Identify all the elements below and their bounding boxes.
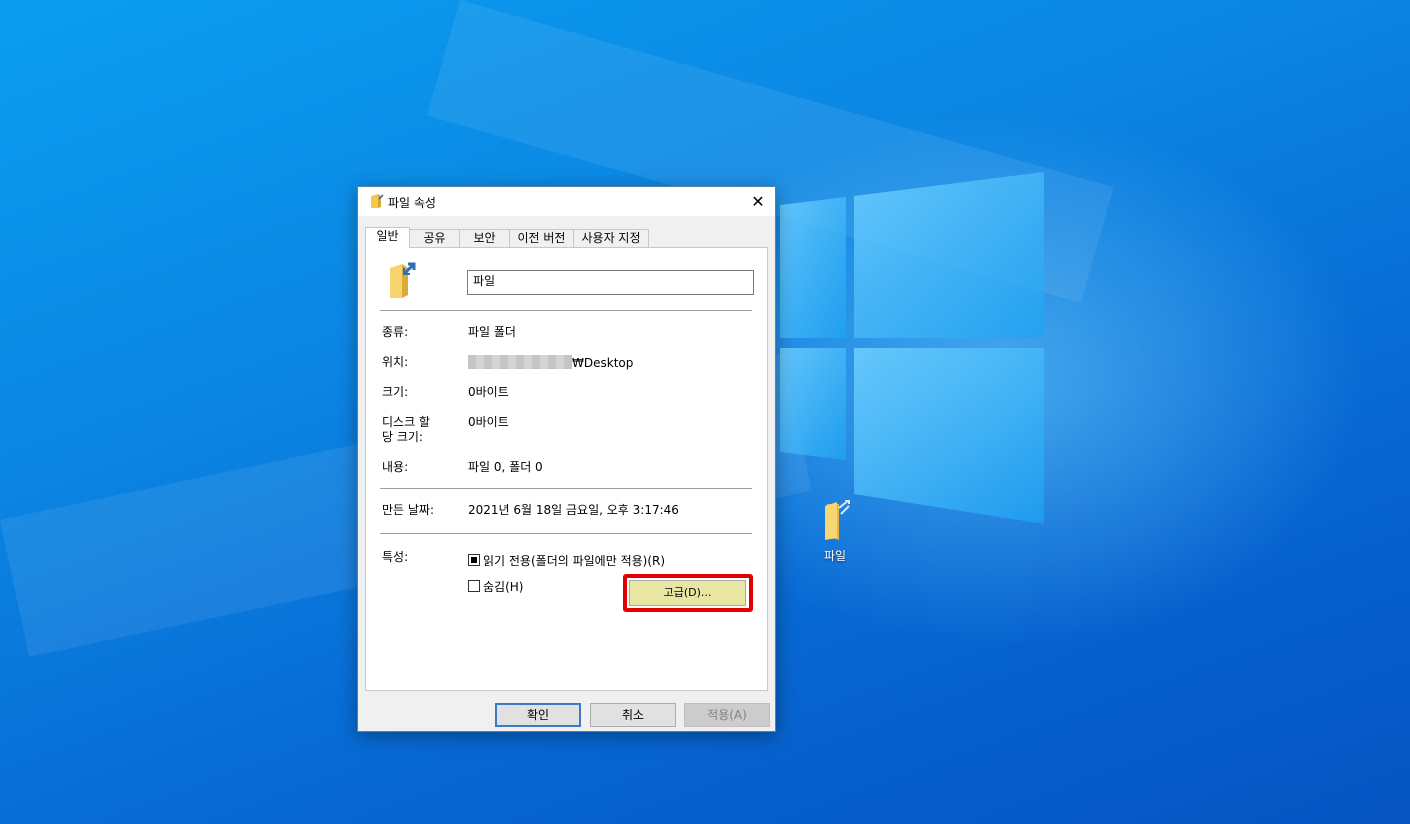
size-label: 크기:: [382, 385, 409, 399]
readonly-checkbox[interactable]: [468, 554, 480, 566]
properties-dialog: 파일 속성 ✕ 일반 공유 보안 이전 버전 사용자 지정 종류: 파일 폴더 …: [357, 186, 776, 732]
type-label: 종류:: [382, 325, 409, 339]
tab-previous-versions[interactable]: 이전 버전: [509, 229, 574, 247]
apply-button[interactable]: 적용(A): [684, 703, 770, 727]
close-icon: ✕: [751, 192, 765, 211]
tab-sharing[interactable]: 공유: [409, 229, 460, 247]
separator: [380, 533, 752, 534]
location-path-suffix: ₩Desktop: [572, 356, 634, 370]
contents-value: 파일 0, 폴더 0: [468, 460, 543, 474]
close-button[interactable]: ✕: [741, 187, 775, 216]
desktop-folder-icon[interactable]: 파일: [806, 499, 864, 564]
readonly-label[interactable]: 읽기 전용(폴더의 파일에만 적용)(R): [483, 552, 665, 569]
separator: [380, 310, 752, 311]
tab-security[interactable]: 보안: [459, 229, 510, 247]
created-value: 2021년 6월 18일 금요일, 오후 3:17:46: [468, 503, 679, 517]
windows-logo: [780, 172, 1044, 524]
location-value: ₩Desktop: [468, 355, 633, 371]
cancel-button[interactable]: 취소: [590, 703, 676, 727]
tab-customize[interactable]: 사용자 지정: [573, 229, 649, 247]
folder-icon: [825, 499, 850, 540]
advanced-button[interactable]: 고급(D)...: [629, 580, 746, 606]
size-on-disk-label-line1: 디스크 할: [382, 415, 430, 429]
dialog-title: 파일 속성: [388, 196, 436, 210]
title-bar[interactable]: 파일 속성 ✕: [358, 187, 775, 216]
folder-icon: [390, 262, 416, 298]
size-on-disk-label-line2: 당 크기:: [382, 430, 423, 444]
location-label: 위치:: [382, 355, 409, 369]
contents-label: 내용:: [382, 460, 409, 474]
general-panel: 종류: 파일 폴더 위치: ₩Desktop 크기: 0바이트 디스크 할 당 …: [365, 247, 768, 691]
desktop-icon-label: 파일: [823, 549, 847, 563]
type-value: 파일 폴더: [468, 325, 516, 339]
folder-icon: [371, 194, 384, 208]
hidden-label[interactable]: 숨김(H): [483, 578, 523, 595]
ok-button[interactable]: 확인: [495, 703, 581, 727]
redacted-path: [468, 355, 572, 369]
hidden-checkbox[interactable]: [468, 580, 480, 592]
folder-name-input[interactable]: [467, 270, 754, 295]
attributes-label: 특성:: [382, 550, 409, 564]
separator: [380, 488, 752, 489]
size-on-disk-value: 0바이트: [468, 415, 509, 429]
created-label: 만든 날짜:: [382, 503, 435, 517]
size-value: 0바이트: [468, 385, 509, 399]
tab-general[interactable]: 일반: [365, 227, 410, 248]
